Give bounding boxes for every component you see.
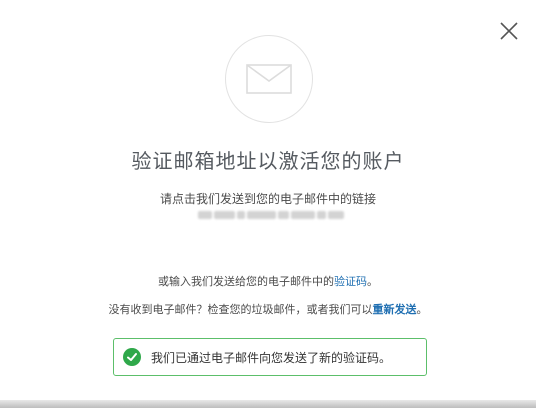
- dialog-bottom-edge: [0, 400, 536, 408]
- verify-email-dialog: 验证邮箱地址以激活您的账户 请点击我们发送到您的电子邮件中的链接 或输入我们发送…: [0, 0, 536, 408]
- dialog-subtitle: 请点击我们发送到您的电子邮件中的链接: [159, 192, 376, 206]
- resend-line: 没有收到电子邮件？检查您的垃圾邮件，或者我们可以重新发送。: [0, 301, 536, 317]
- envelope-circle: [225, 35, 313, 123]
- success-message: 我们已通过电子邮件向您发送了新的验证码。: [151, 350, 392, 365]
- verification-code-line: 或输入我们发送给您的电子邮件中的验证码。: [0, 273, 536, 289]
- dialog-title: 验证邮箱地址以激活您的账户: [131, 149, 405, 173]
- resend-line-prefix: 没有收到电子邮件？检查您的垃圾邮件，或者我们可以: [108, 303, 373, 316]
- code-line-suffix: 。: [367, 275, 378, 288]
- resend-link[interactable]: 重新发送: [373, 303, 417, 316]
- resend-line-suffix: 。: [416, 303, 428, 316]
- check-circle-icon: [123, 348, 141, 366]
- code-line-prefix: 或输入我们发送给您的电子邮件中的: [158, 275, 334, 288]
- verification-code-link[interactable]: 验证码: [334, 275, 367, 288]
- success-alert: 我们已通过电子邮件向您发送了新的验证码。: [113, 338, 427, 376]
- redacted-email: [198, 209, 345, 221]
- close-icon[interactable]: [498, 20, 520, 42]
- envelope-icon: [246, 64, 292, 94]
